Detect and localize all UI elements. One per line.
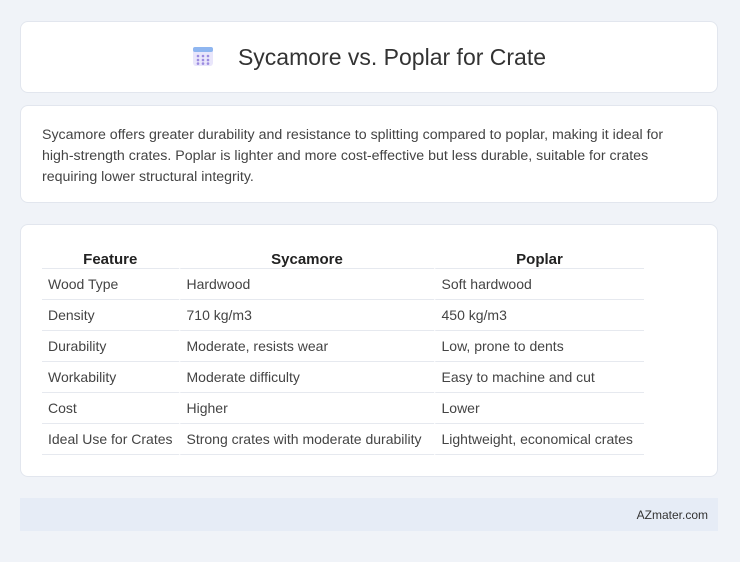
table-cell-sycamore: Hardwood xyxy=(178,269,434,300)
table-cell-sycamore: Higher xyxy=(178,393,434,424)
column-header-sycamore: Sycamore xyxy=(178,246,434,269)
summary-card: Sycamore offers greater durability and r… xyxy=(20,105,718,203)
table-row: Density 710 kg/m3 450 kg/m3 xyxy=(42,300,644,331)
table-cell-poplar: Easy to machine and cut xyxy=(433,362,644,393)
page-title: Sycamore vs. Poplar for Crate xyxy=(237,43,547,70)
column-header-poplar: Poplar xyxy=(433,246,644,269)
table-cell-sycamore: Moderate, resists wear xyxy=(178,331,434,362)
table-row: Wood Type Hardwood Soft hardwood xyxy=(42,269,644,300)
table-row: Durability Moderate, resists wear Low, p… xyxy=(42,331,644,362)
table-row: Ideal Use for Crates Strong crates with … xyxy=(42,424,644,455)
table-cell-poplar: Soft hardwood xyxy=(433,269,644,300)
footer-bar: AZmater.com xyxy=(20,498,718,531)
table-cell-poplar: Lightweight, economical crates xyxy=(433,424,644,455)
footer-brand[interactable]: AZmater.com xyxy=(637,508,708,522)
table-row: Cost Higher Lower xyxy=(42,393,644,424)
comparison-table: Feature Sycamore Poplar Wood Type Hardwo… xyxy=(42,246,644,455)
table-cell-poplar: 450 kg/m3 xyxy=(433,300,644,331)
comparison-table-card: Feature Sycamore Poplar Wood Type Hardwo… xyxy=(20,224,718,477)
calendar-icon xyxy=(192,47,213,66)
summary-text: Sycamore offers greater durability and r… xyxy=(42,127,664,185)
table-cell-feature: Durability xyxy=(42,331,179,362)
table-cell-feature: Cost xyxy=(42,393,179,424)
table-header-row: Feature Sycamore Poplar xyxy=(42,246,644,269)
table-cell-sycamore: 710 kg/m3 xyxy=(178,300,434,331)
table-row: Workability Moderate difficulty Easy to … xyxy=(42,362,644,393)
table-cell-sycamore: Strong crates with moderate durability xyxy=(178,424,434,455)
table-cell-feature: Ideal Use for Crates xyxy=(42,424,179,455)
table-cell-poplar: Low, prone to dents xyxy=(433,331,644,362)
table-cell-poplar: Lower xyxy=(433,393,644,424)
column-header-feature: Feature xyxy=(42,246,179,269)
title-card: Sycamore vs. Poplar for Crate xyxy=(20,21,718,93)
table-cell-feature: Density xyxy=(42,300,179,331)
table-cell-feature: Wood Type xyxy=(42,269,179,300)
table-cell-feature: Workability xyxy=(42,362,179,393)
table-cell-sycamore: Moderate difficulty xyxy=(178,362,434,393)
